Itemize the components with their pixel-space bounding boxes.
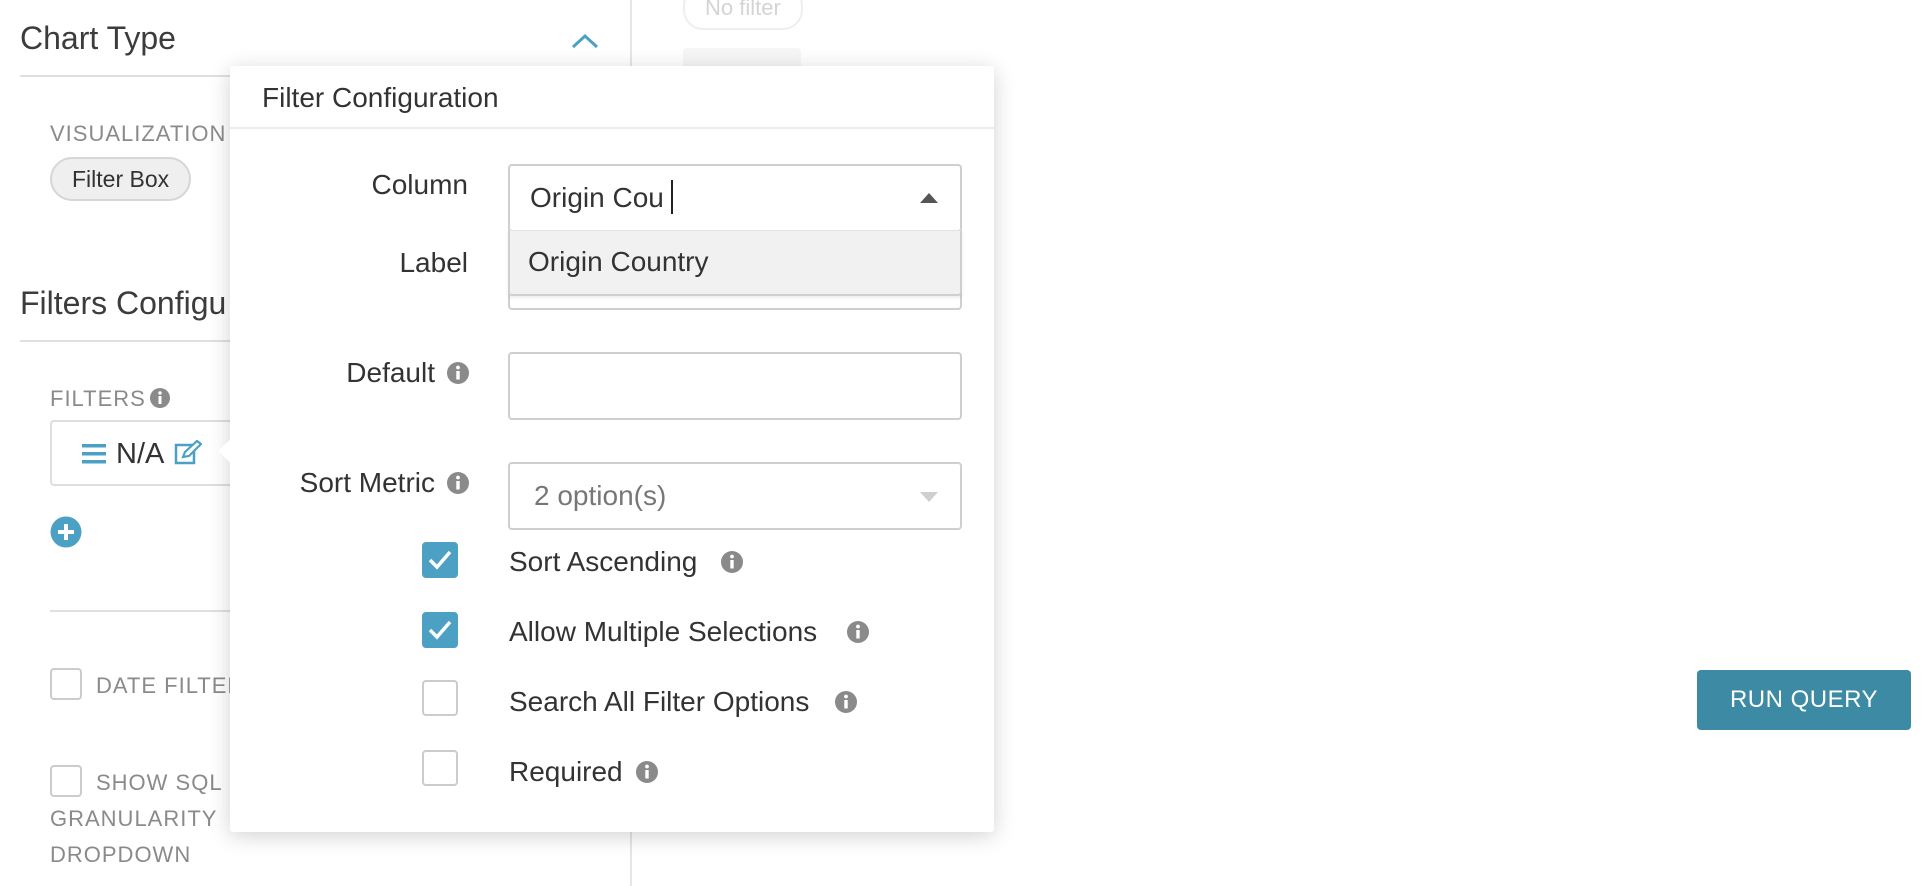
- chart-type-title[interactable]: Chart Type: [20, 20, 176, 57]
- chevron-up-icon[interactable]: [570, 32, 600, 50]
- show-sql-granularity-checkbox[interactable]: [50, 765, 82, 797]
- popover-arrow: [218, 436, 234, 466]
- sort-ascending-label[interactable]: Sort Ascending: [509, 546, 697, 578]
- edit-icon[interactable]: [174, 440, 202, 466]
- column-input[interactable]: Origin Cou: [530, 182, 664, 214]
- run-query-button[interactable]: RUN QUERY: [1697, 670, 1911, 730]
- column-label: Column: [371, 169, 468, 200]
- filters-label: FILTERS: [50, 386, 146, 411]
- allow-multiple-label[interactable]: Allow Multiple Selections: [509, 616, 817, 648]
- info-icon[interactable]: [720, 550, 744, 574]
- caret-up-icon[interactable]: [920, 193, 938, 203]
- sort-metric-label: Sort Metric: [299, 467, 435, 498]
- text-cursor: [671, 180, 673, 214]
- check-icon: [428, 620, 452, 640]
- popover-header-divider: [230, 127, 994, 129]
- info-icon[interactable]: [446, 361, 470, 385]
- caret-down-icon[interactable]: [920, 492, 938, 502]
- check-icon: [428, 550, 452, 570]
- info-icon[interactable]: [446, 471, 470, 495]
- date-filter-checkbox[interactable]: [50, 668, 82, 700]
- dropdown-option-origin-country[interactable]: Origin Country: [528, 246, 709, 278]
- info-icon[interactable]: [149, 387, 171, 409]
- sort-ascending-checkbox[interactable]: [422, 542, 458, 578]
- show-sql-label: DROPDOWN: [50, 842, 192, 867]
- info-icon[interactable]: [834, 690, 858, 714]
- date-filter-label: DATE FILTER: [96, 673, 245, 698]
- search-all-checkbox[interactable]: [422, 680, 458, 716]
- info-icon[interactable]: [846, 620, 870, 644]
- sort-metric-value: 2 option(s): [534, 480, 667, 511]
- required-checkbox[interactable]: [422, 750, 458, 786]
- search-all-label[interactable]: Search All Filter Options: [509, 686, 809, 718]
- info-icon[interactable]: [635, 760, 659, 784]
- visualization-label: VISUALIZATION: [50, 121, 227, 146]
- label-label: Label: [399, 247, 468, 278]
- required-label[interactable]: Required: [509, 756, 623, 788]
- default-label: Default: [346, 357, 435, 388]
- hamburger-icon[interactable]: [82, 443, 106, 465]
- filter-item-label: N/A: [116, 438, 165, 470]
- default-input[interactable]: [508, 352, 962, 420]
- no-filter-pill: No filter: [683, 0, 803, 30]
- show-sql-label: SHOW SQL: [96, 770, 223, 795]
- visualization-pill[interactable]: Filter Box: [50, 157, 192, 201]
- show-sql-label: GRANULARITY: [50, 806, 218, 831]
- allow-multiple-checkbox[interactable]: [422, 612, 458, 648]
- popover-title: Filter Configuration: [262, 82, 499, 113]
- plus-circle-icon[interactable]: [50, 516, 82, 548]
- filters-config-title[interactable]: Filters Configu: [20, 285, 226, 322]
